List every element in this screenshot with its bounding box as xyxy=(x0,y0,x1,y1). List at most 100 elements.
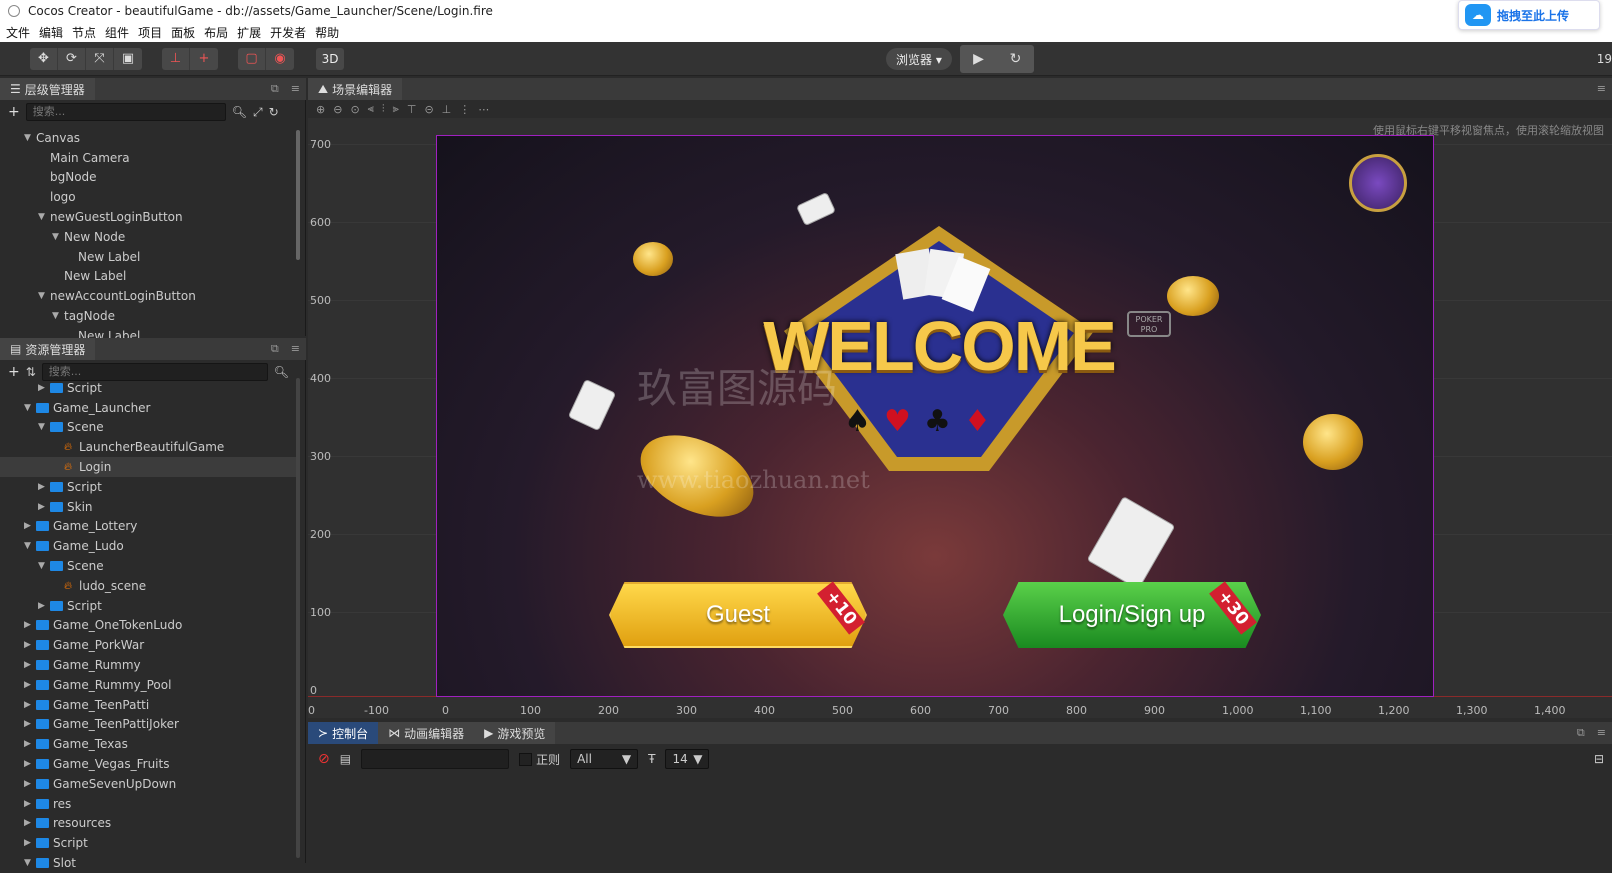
asset-item[interactable]: ▶ Game_TeenPattiJoker xyxy=(0,715,300,735)
caret-right-icon[interactable]: ▶ xyxy=(24,660,36,670)
node-item[interactable]: bgNode xyxy=(0,168,300,188)
asset-item[interactable]: 🔥︎ LauncherBeautifulGame xyxy=(0,437,300,457)
caret-right-icon[interactable]: ▶ xyxy=(24,779,36,789)
asset-item[interactable]: ▶ Game_Texas xyxy=(0,734,300,754)
asset-item[interactable]: 🔥︎ ludo_scene xyxy=(0,576,300,596)
asset-item[interactable]: 🔥︎ Login xyxy=(0,457,300,477)
caret-right-icon[interactable]: ▶ xyxy=(38,482,50,492)
menu-icon[interactable]: ≡ xyxy=(1597,82,1606,95)
caret-down-icon[interactable]: ▼ xyxy=(52,232,64,242)
expand-icon[interactable]: ⤢ xyxy=(253,105,263,120)
asset-item[interactable]: ▶ Game_Lottery xyxy=(0,517,300,537)
align-top-icon[interactable]: ⊤ xyxy=(407,103,417,116)
caret-right-icon[interactable]: ▶ xyxy=(38,502,50,512)
support-icon[interactable] xyxy=(1349,154,1407,212)
assets-scrollbar[interactable] xyxy=(296,378,300,858)
asset-item[interactable]: ▼ Game_Ludo xyxy=(0,536,300,556)
node-item[interactable]: ▼ newGuestLoginButton xyxy=(0,207,300,227)
zoom-reset-icon[interactable]: ⊙ xyxy=(350,103,359,116)
hierarchy-search-input[interactable]: 搜索... xyxy=(25,103,226,121)
caret-right-icon[interactable]: ▶ xyxy=(24,521,36,531)
pivot-icon[interactable]: ⊥ xyxy=(162,47,190,70)
hierarchy-scrollbar[interactable] xyxy=(296,130,300,260)
game-canvas[interactable]: POKER PRO ♠ ♥ ♣ ♦ WELCOME Guest +10 Logi… xyxy=(436,135,1434,697)
scene-viewport[interactable]: 700 600 500 400 300 200 100 0 0 -100 0 1… xyxy=(308,118,1612,718)
asset-item[interactable]: ▶ resources xyxy=(0,814,300,834)
font-size-select[interactable]: 14 ▼ xyxy=(665,749,710,769)
play-icon[interactable]: ▶ xyxy=(960,45,997,73)
menu-layout[interactable]: 布局 xyxy=(204,24,228,41)
console-filter-input[interactable] xyxy=(361,749,510,769)
menu-help[interactable]: 帮助 xyxy=(315,24,339,41)
asset-item[interactable]: ▶ Game_Vegas_Fruits xyxy=(0,754,300,774)
tab-animation[interactable]: ⋈ 动画编辑器 xyxy=(378,722,475,744)
menu-extension[interactable]: 扩展 xyxy=(237,24,261,41)
refresh-icon[interactable]: ↻ xyxy=(269,105,279,119)
node-item[interactable]: logo xyxy=(0,187,300,207)
popout-icon[interactable]: ⧉ xyxy=(1577,726,1585,740)
search-icon[interactable]: 🔍︎ xyxy=(232,105,247,119)
caret-down-icon[interactable]: ▼ xyxy=(38,422,50,432)
asset-item[interactable]: ▶ Game_Rummy xyxy=(0,655,300,675)
asset-item[interactable]: ▶ Game_OneTokenLudo xyxy=(0,616,300,636)
align-vcenter-icon[interactable]: ⊝ xyxy=(424,103,433,116)
node-item[interactable]: ▼ tagNode xyxy=(0,306,300,326)
caret-right-icon[interactable]: ▶ xyxy=(24,620,36,630)
node-item[interactable]: ▼ New Node xyxy=(0,227,300,247)
tab-assets[interactable]: ▤ 资源管理器 xyxy=(0,338,96,360)
node-item[interactable]: ▼ newAccountLoginButton xyxy=(0,286,300,306)
asset-item[interactable]: ▶ Script xyxy=(0,477,300,497)
caret-right-icon[interactable]: ▶ xyxy=(24,799,36,809)
asset-item[interactable]: ▶ GameSevenUpDown xyxy=(0,774,300,794)
caret-down-icon[interactable]: ▼ xyxy=(24,403,36,413)
popout-icon[interactable]: ⧉ xyxy=(271,82,279,96)
node-item[interactable]: Main Camera xyxy=(0,148,300,168)
menu-project[interactable]: 项目 xyxy=(138,24,162,41)
caret-down-icon[interactable]: ▼ xyxy=(38,291,50,301)
log-file-icon[interactable]: ▤ xyxy=(340,752,351,766)
scale-tool-icon[interactable]: ⤧ xyxy=(86,47,114,70)
caret-right-icon[interactable]: ▶ xyxy=(24,719,36,729)
menu-node[interactable]: 节点 xyxy=(72,24,96,41)
caret-down-icon[interactable]: ▼ xyxy=(52,311,64,321)
distribute-h-icon[interactable]: ⋯ xyxy=(478,103,489,116)
asset-item[interactable]: ▼ Game_Launcher xyxy=(0,398,300,418)
caret-right-icon[interactable]: ▶ xyxy=(24,700,36,710)
align-bottom-icon[interactable]: ⊥ xyxy=(442,103,452,116)
asset-item[interactable]: ▶ Script xyxy=(0,378,300,398)
asset-item[interactable]: ▶ Script xyxy=(0,833,300,853)
local-icon[interactable]: + xyxy=(190,48,218,70)
zoom-out-icon[interactable]: ⊖ xyxy=(333,103,342,116)
clear-icon[interactable]: ⊘ xyxy=(318,751,330,767)
caret-right-icon[interactable]: ▶ xyxy=(24,640,36,650)
menu-icon[interactable]: ≡ xyxy=(291,342,300,356)
menu-developer[interactable]: 开发者 xyxy=(270,24,306,41)
zoom-in-icon[interactable]: ⊕ xyxy=(316,103,325,116)
asset-item[interactable]: ▶ Game_Rummy_Pool xyxy=(0,675,300,695)
preview-platform-select[interactable]: 浏览器 ▾ xyxy=(886,48,952,70)
menu-icon[interactable]: ≡ xyxy=(1597,726,1606,740)
caret-down-icon[interactable]: ▼ xyxy=(24,541,36,551)
asset-item[interactable]: ▼ Scene xyxy=(0,418,300,438)
caret-right-icon[interactable]: ▶ xyxy=(24,680,36,690)
caret-right-icon[interactable]: ▶ xyxy=(24,838,36,848)
snap-icon[interactable]: ▢ xyxy=(238,47,266,70)
move-tool-icon[interactable]: ✥ xyxy=(30,47,58,70)
menu-component[interactable]: 组件 xyxy=(105,24,129,41)
asset-item[interactable]: ▶ Game_TeenPatti xyxy=(0,695,300,715)
caret-right-icon[interactable]: ▶ xyxy=(24,739,36,749)
distribute-icon[interactable]: ⋮ xyxy=(459,103,470,116)
node-item[interactable]: New Label xyxy=(0,247,300,267)
caret-down-icon[interactable]: ▼ xyxy=(24,133,36,143)
add-node-icon[interactable]: + xyxy=(8,104,20,120)
asset-item[interactable]: ▶ Skin xyxy=(0,497,300,517)
node-item[interactable]: New Label xyxy=(0,267,300,287)
upload-button[interactable]: ☁ 拖拽至此上传 xyxy=(1458,0,1600,30)
caret-right-icon[interactable]: ▶ xyxy=(24,818,36,828)
menu-file[interactable]: 文件 xyxy=(6,24,30,41)
tab-console[interactable]: ≻ 控制台 xyxy=(308,722,379,744)
asset-item[interactable]: ▼ Scene xyxy=(0,556,300,576)
asset-item[interactable]: ▶ res xyxy=(0,794,300,814)
asset-item[interactable]: ▶ Script xyxy=(0,596,300,616)
menu-panel[interactable]: 面板 xyxy=(171,24,195,41)
